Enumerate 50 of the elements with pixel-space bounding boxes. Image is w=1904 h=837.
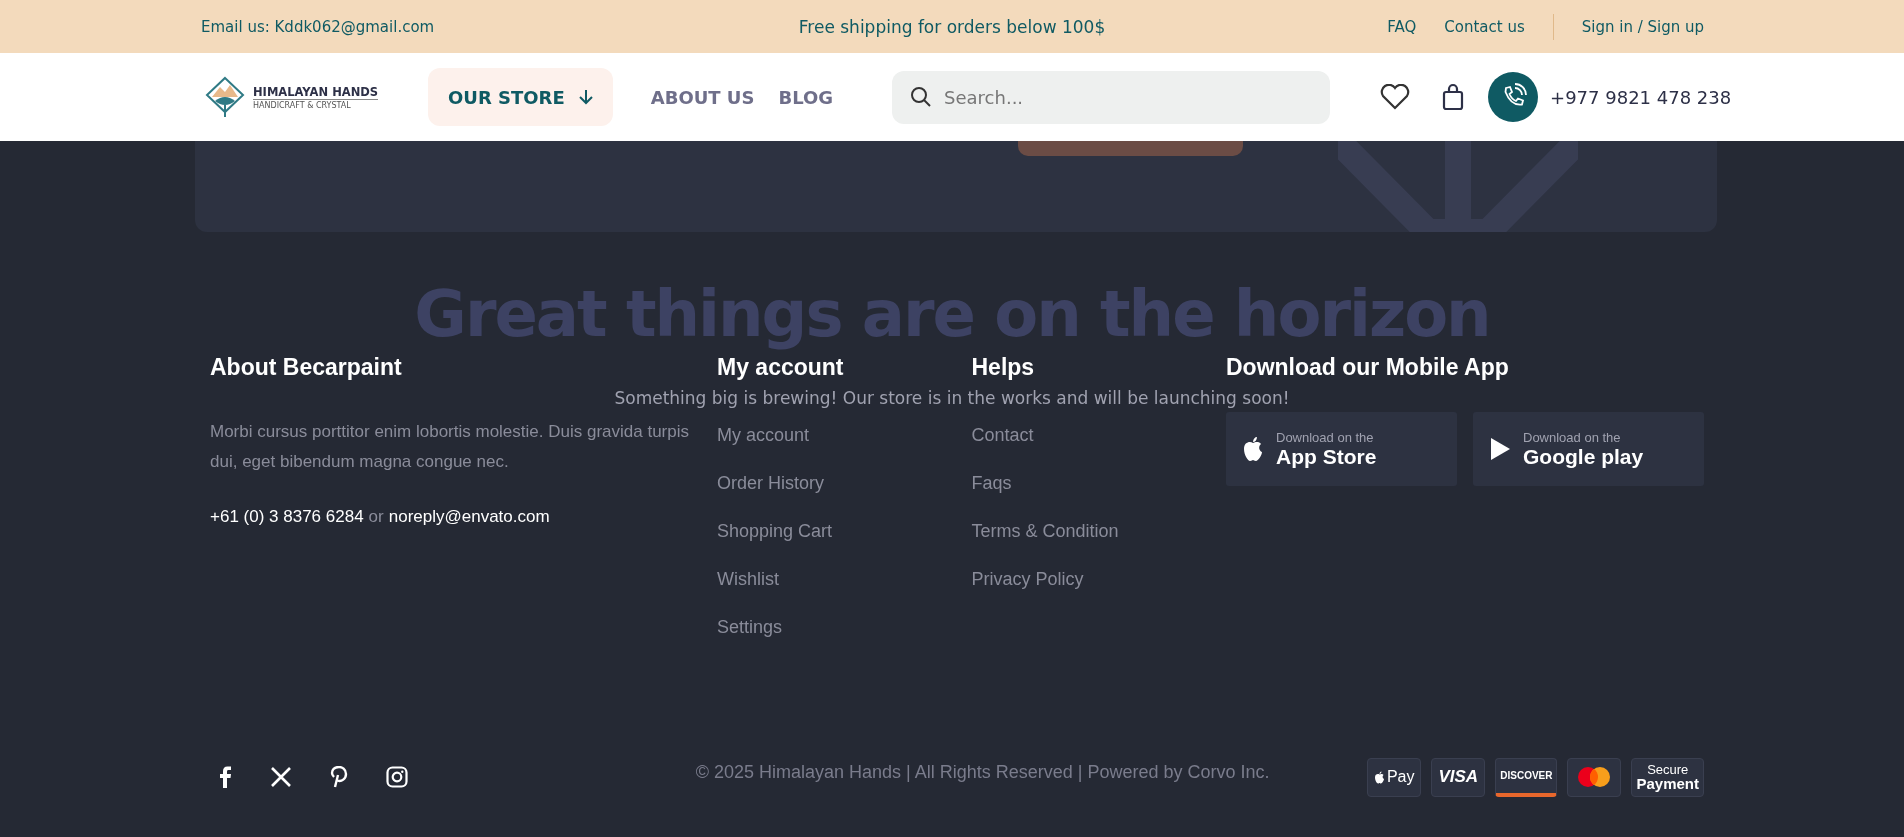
store-menu-button[interactable]: OUR STORE bbox=[428, 68, 613, 126]
mastercard-badge bbox=[1567, 757, 1622, 797]
promo-text: Free shipping for orders below 100$ bbox=[798, 16, 1106, 37]
arrow-down-icon bbox=[578, 89, 593, 105]
column-heading: About Becarpaint bbox=[210, 354, 402, 381]
instagram-icon[interactable] bbox=[386, 766, 408, 788]
nav-link[interactable]: BLOG bbox=[778, 86, 834, 108]
apple-pay-badge: Pay bbox=[1367, 757, 1422, 797]
footer-link[interactable]: Settings bbox=[717, 617, 972, 665]
play-icon bbox=[1489, 436, 1511, 462]
app-store-button[interactable]: Download on the Google play bbox=[1473, 412, 1704, 486]
email-link[interactable]: noreply@envato.com bbox=[388, 507, 550, 527]
footer-link[interactable]: Shopping Cart bbox=[717, 521, 972, 569]
column-heading: Download our Mobile App bbox=[1226, 354, 1509, 381]
secure-payment-badge: Secure Payment bbox=[1631, 757, 1704, 797]
logo-subtitle: HANDICRAFT & CRYSTAL bbox=[253, 98, 379, 110]
footer-link[interactable]: Faqs bbox=[971, 473, 1226, 521]
shopping-bag-icon[interactable] bbox=[1442, 83, 1465, 111]
logo-icon[interactable] bbox=[203, 75, 247, 119]
phone-icon[interactable] bbox=[1488, 72, 1539, 122]
footer-link[interactable]: Order History bbox=[717, 473, 972, 521]
column-heading: My account bbox=[717, 354, 844, 381]
footer-link[interactable]: Contact bbox=[971, 425, 1226, 473]
top-link[interactable]: Contact us bbox=[1444, 17, 1525, 36]
nav-link[interactable]: ABOUT US bbox=[650, 86, 755, 108]
x-icon[interactable] bbox=[270, 766, 292, 788]
footer-link[interactable]: My account bbox=[717, 425, 972, 473]
copyright-text: © 2025 Himalayan Hands | All Rights Reserved | Powered by Corvo Inc. bbox=[694, 761, 1271, 783]
logo-title: HIMALAYAN HANDS bbox=[253, 84, 379, 99]
footer-link[interactable]: Privacy Policy bbox=[971, 569, 1226, 617]
column-heading: Helps bbox=[971, 354, 1035, 381]
email-text: Email us: Kddk062@gmail.com bbox=[201, 17, 435, 36]
sign-in-link[interactable]: Sign in / Sign up bbox=[1581, 17, 1704, 36]
facebook-icon[interactable] bbox=[218, 766, 232, 788]
hero-subtitle: Something big is brewing! Our store is in the works and will be launching soon! bbox=[614, 388, 1290, 408]
phone-link[interactable]: +61 (0) 3 8376 6284 bbox=[210, 507, 364, 527]
apple-icon bbox=[1242, 436, 1264, 462]
footer-link[interactable]: Wishlist bbox=[717, 569, 972, 617]
discover-badge: DISCOVER bbox=[1495, 757, 1558, 797]
top-link[interactable]: FAQ bbox=[1387, 17, 1417, 36]
app-store-button[interactable]: Download on the App Store bbox=[1226, 412, 1457, 486]
pinterest-icon[interactable] bbox=[330, 766, 348, 788]
phone-number: +977 9821 478 238 bbox=[1550, 86, 1732, 108]
about-text: Morbi cursus porttitor enim lobortis molestie. Duis gravida turpis dui, eget bibendum magna congue nec. bbox=[210, 421, 690, 473]
heart-icon[interactable] bbox=[1380, 84, 1411, 110]
footer-link[interactable]: Terms & Condition bbox=[971, 521, 1226, 569]
or-text: or bbox=[368, 507, 384, 527]
visa-badge: VISA bbox=[1431, 757, 1486, 797]
search-icon bbox=[910, 85, 933, 108]
search-field[interactable]: Search... bbox=[892, 70, 1331, 124]
